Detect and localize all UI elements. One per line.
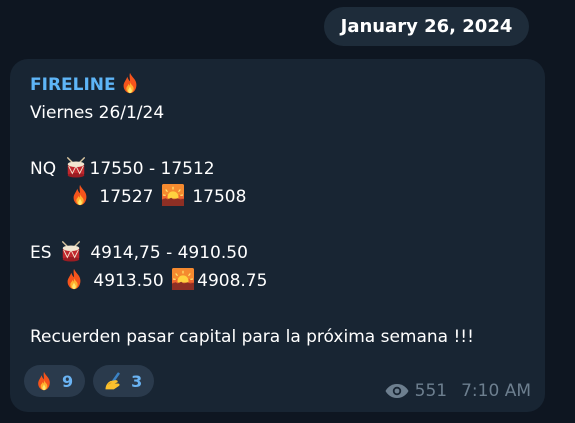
reactions: 9 3 — [24, 365, 155, 397]
eye-icon — [385, 384, 409, 398]
drum-icon — [65, 156, 87, 178]
writing-hand-icon — [103, 371, 123, 391]
nq-range: 17550 - 17512 — [89, 159, 215, 179]
es-levels-line: 4913.50 4908.75 — [30, 267, 540, 295]
message-time: 7:10 AM — [461, 381, 531, 401]
es-fire-value: 4913.50 — [93, 271, 164, 291]
fire-icon — [119, 72, 141, 94]
fire-icon — [69, 184, 91, 206]
message-content: FIRELINE Viernes 26/1/24 NQ 17550 - 1751… — [30, 71, 540, 351]
reaction-writing-hand[interactable]: 3 — [93, 365, 155, 397]
nq-range-line: NQ 17550 - 17512 — [30, 155, 540, 183]
message-meta: 551 7:10 AM — [385, 381, 531, 401]
reaction-fire[interactable]: 9 — [24, 365, 86, 397]
date-separator[interactable]: January 26, 2024 — [324, 7, 529, 46]
message-note: Recuerden pasar capital para la próxima … — [30, 327, 474, 347]
message-bubble[interactable]: FIRELINE Viernes 26/1/24 NQ 17550 - 1751… — [10, 59, 545, 412]
reaction-count: 9 — [62, 371, 74, 391]
message-day: Viernes 26/1/24 — [30, 103, 165, 123]
es-label: ES — [30, 243, 52, 263]
sunset-icon — [162, 184, 184, 206]
fire-icon — [34, 371, 54, 391]
sunset-icon — [172, 268, 194, 290]
nq-label: NQ — [30, 159, 57, 179]
nq-levels-line: 17527 17508 — [30, 183, 540, 211]
view-count: 551 — [414, 381, 448, 401]
es-range-line: ES 4914,75 - 4910.50 — [30, 239, 540, 267]
es-sunset-value: 4908.75 — [197, 271, 268, 291]
nq-fire-value: 17527 — [99, 187, 154, 207]
drum-icon — [60, 240, 82, 262]
nq-sunset-value: 17508 — [192, 187, 247, 207]
sender-name[interactable]: FIRELINE — [30, 75, 116, 95]
es-range: 4914,75 - 4910.50 — [90, 243, 248, 263]
sender-line: FIRELINE — [30, 71, 540, 99]
fire-icon — [63, 268, 85, 290]
reaction-count: 3 — [131, 371, 143, 391]
